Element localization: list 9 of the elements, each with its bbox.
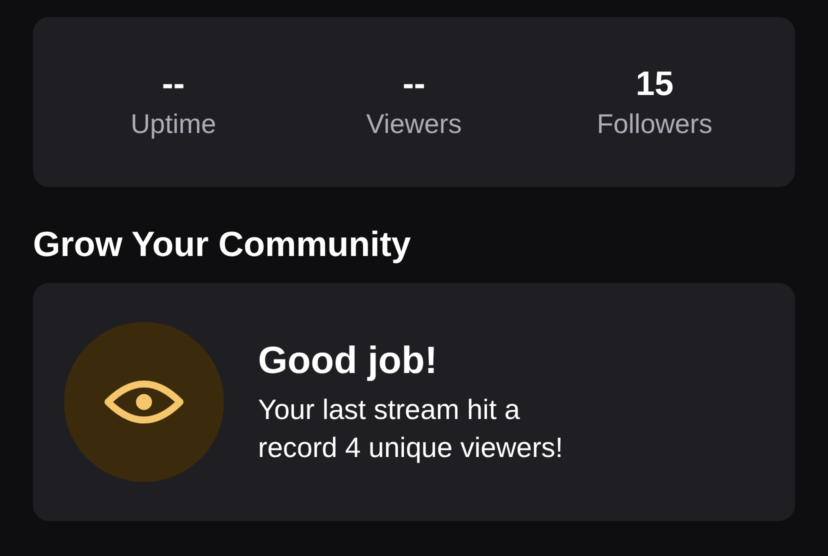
stat-value: --	[162, 64, 185, 105]
stat-value: --	[402, 64, 426, 105]
stat-label: Uptime	[130, 108, 216, 141]
achievement-title: Good job!	[258, 339, 438, 384]
section-title: Grow Your Community	[33, 225, 411, 264]
achievement-message: Your last stream hit a record 4 unique viewers!	[258, 393, 564, 465]
stat-label: Followers	[596, 108, 712, 141]
stat-value: 15	[636, 64, 674, 105]
stat-label: Viewers	[366, 108, 462, 141]
